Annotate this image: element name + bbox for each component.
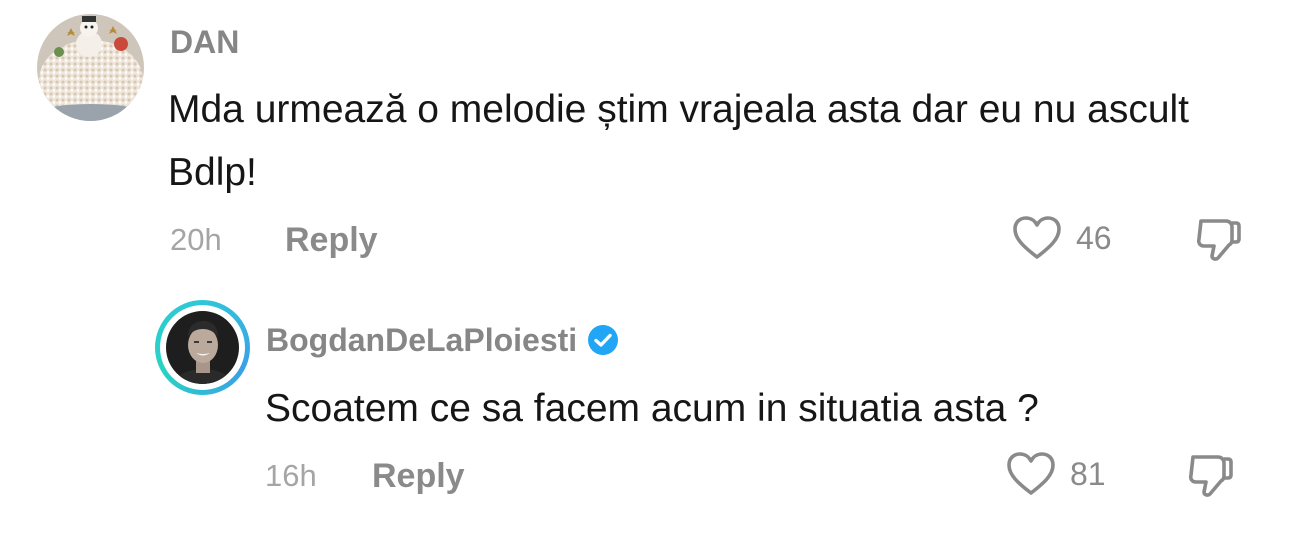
avatar[interactable] [166,311,239,384]
profile-photo-icon [166,311,239,384]
comment-text: Mda urmează o melodie știm vrajeala asta… [168,88,1190,194]
like-count: 46 [1076,220,1112,256]
snowman-cake-photo-icon [37,14,144,121]
reply-username-text[interactable]: BogdanDeLaPloiesti [266,322,577,358]
dislike-button[interactable] [1186,450,1236,505]
verified-badge-icon [588,325,619,355]
like-button[interactable]: 46 [1012,215,1112,261]
comment-thread: DAN Mda urmează o melodie știm vrajeala … [0,0,1290,539]
like-count: 81 [1070,456,1106,492]
thumbs-down-outline-icon [1188,455,1233,497]
reply-button[interactable]: Reply [372,457,465,495]
dislike-button[interactable] [1194,214,1244,269]
avatar[interactable] [37,14,144,121]
thumbs-down-outline-icon [1196,219,1241,261]
like-button[interactable]: 81 [1006,451,1106,497]
reply-text: Scoatem ce sa facem acum in situatia ast… [265,387,1039,430]
reply-button[interactable]: Reply [285,221,378,259]
reply-timestamp: 16h [265,458,317,493]
comment-username[interactable]: DAN [170,24,239,60]
reply-username[interactable]: BogdanDeLaPloiesti [266,322,619,358]
heart-outline-icon [1007,452,1055,495]
heart-outline-icon [1013,216,1061,259]
comment-timestamp: 20h [170,222,222,257]
